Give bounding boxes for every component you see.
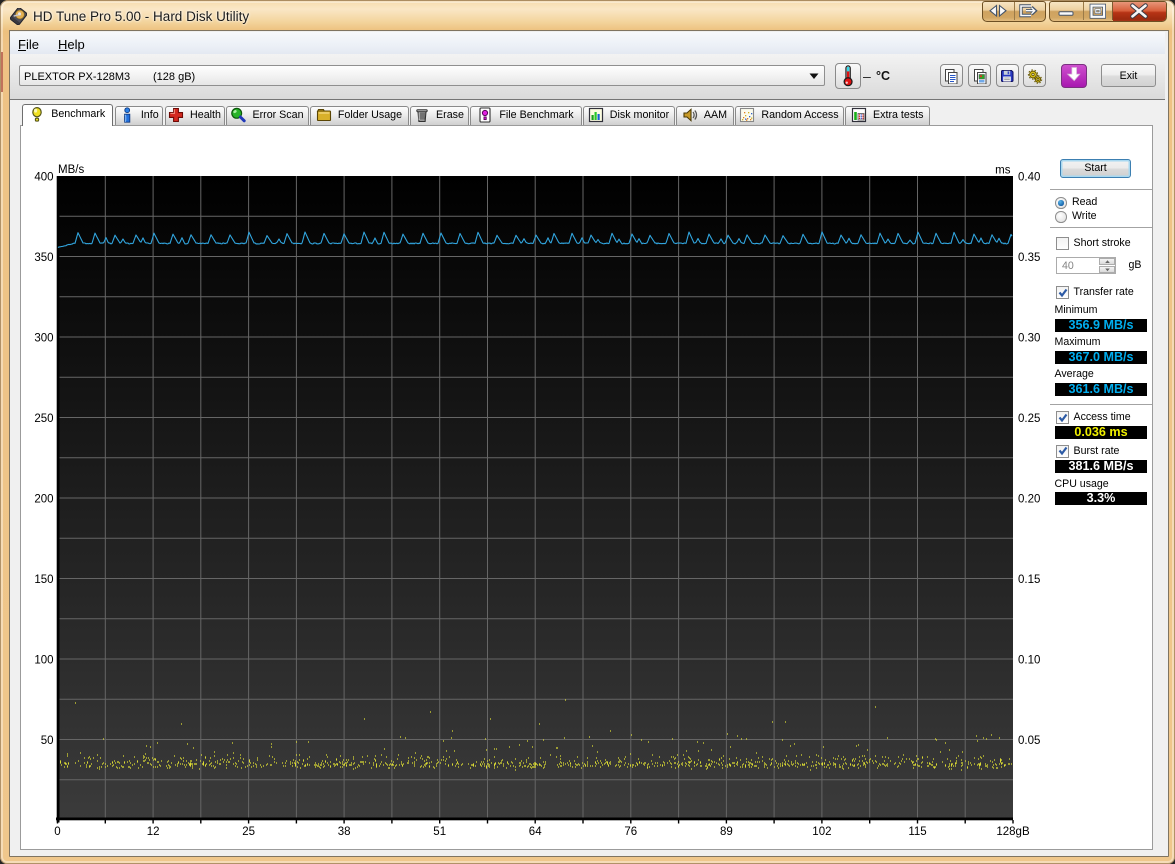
svg-text:0.10: 0.10 bbox=[1018, 655, 1040, 667]
svg-text:12: 12 bbox=[147, 826, 160, 838]
svg-text:0.30: 0.30 bbox=[1018, 333, 1040, 345]
svg-text:115: 115 bbox=[908, 826, 926, 838]
svg-text:89: 89 bbox=[720, 826, 733, 838]
svg-text:0.40: 0.40 bbox=[1018, 172, 1040, 184]
svg-text:0.35: 0.35 bbox=[1018, 252, 1040, 264]
svg-text:128gB: 128gB bbox=[996, 826, 1030, 838]
svg-text:0.20: 0.20 bbox=[1018, 494, 1040, 506]
svg-text:400: 400 bbox=[34, 172, 53, 184]
svg-text:350: 350 bbox=[34, 252, 53, 264]
svg-text:64: 64 bbox=[529, 826, 542, 838]
svg-text:0.25: 0.25 bbox=[1018, 413, 1040, 425]
svg-text:38: 38 bbox=[338, 826, 351, 838]
svg-text:150: 150 bbox=[34, 574, 53, 586]
svg-text:51: 51 bbox=[433, 826, 446, 838]
svg-text:0: 0 bbox=[54, 826, 60, 838]
svg-text:0.15: 0.15 bbox=[1018, 574, 1040, 586]
svg-text:76: 76 bbox=[624, 826, 637, 838]
svg-text:ms: ms bbox=[995, 165, 1011, 177]
svg-text:300: 300 bbox=[34, 333, 53, 345]
svg-text:25: 25 bbox=[242, 826, 255, 838]
svg-text:102: 102 bbox=[812, 826, 831, 838]
svg-text:50: 50 bbox=[41, 735, 54, 747]
svg-text:0.05: 0.05 bbox=[1018, 735, 1040, 747]
svg-text:200: 200 bbox=[34, 494, 53, 506]
svg-text:MB/s: MB/s bbox=[58, 164, 84, 176]
svg-text:100: 100 bbox=[34, 655, 53, 667]
svg-text:250: 250 bbox=[34, 413, 53, 425]
